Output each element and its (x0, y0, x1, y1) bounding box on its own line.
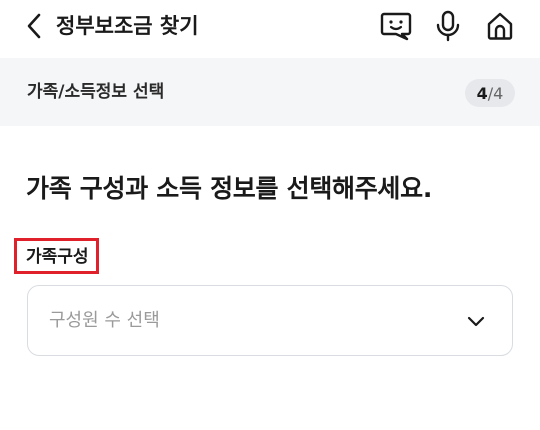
chatbot-button[interactable] (379, 9, 413, 43)
family-composition-label: 가족구성 (26, 247, 89, 267)
step-bar: 가족/소득정보 선택 (0, 58, 540, 126)
step-title: 가족/소득정보 선택 (27, 82, 165, 102)
step-counter-badge: 4/4 (465, 79, 515, 107)
back-arrow-icon (27, 13, 41, 39)
app-header: 정부보조금 찾기 (0, 0, 540, 54)
question-heading: 가족 구성과 소득 정보를 선택해주세요. (26, 174, 433, 203)
step-total: 4 (493, 83, 504, 103)
select-placeholder: 구성원 수 선택 (49, 310, 160, 331)
microphone-icon (436, 10, 460, 42)
microphone-button[interactable] (431, 9, 465, 43)
chevron-down-icon (466, 312, 486, 332)
chatbot-icon (380, 12, 412, 41)
step-current: 4 (476, 83, 488, 103)
page-title: 정부보조금 찾기 (56, 14, 199, 38)
member-count-select[interactable]: 구성원 수 선택 (27, 285, 513, 356)
back-button[interactable] (22, 12, 46, 40)
page: 정부보조금 찾기 가족/소득정보 선택 4/4 가족 구성과 소득 정보를 선택… (0, 0, 540, 430)
home-button[interactable] (483, 9, 517, 43)
home-icon (487, 12, 513, 40)
